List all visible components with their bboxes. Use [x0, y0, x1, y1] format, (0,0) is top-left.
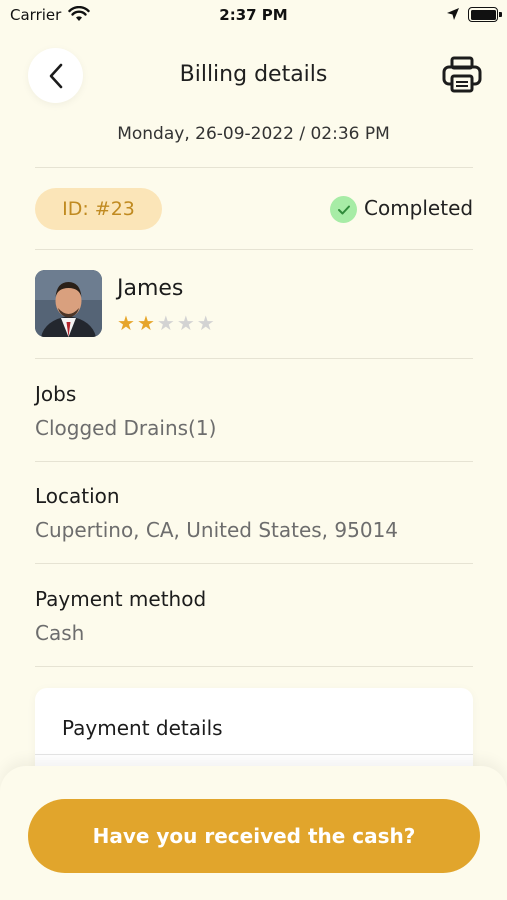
- star-icon: ★: [117, 311, 135, 335]
- star-icon: ★: [196, 311, 215, 335]
- payment-method-value: Cash: [35, 621, 85, 645]
- order-id-badge: ID: #23: [35, 188, 162, 230]
- battery-nub: [499, 12, 502, 17]
- jobs-label: Jobs: [35, 382, 77, 406]
- status-label: Completed: [364, 196, 474, 220]
- divider: [35, 167, 473, 168]
- location-label: Location: [35, 484, 120, 508]
- cash-received-button[interactable]: Have you received the cash?: [28, 799, 480, 873]
- star-icon: ★: [176, 311, 195, 335]
- page-title: Billing details: [179, 62, 328, 87]
- print-button[interactable]: [442, 56, 482, 94]
- battery-icon: [468, 7, 498, 22]
- check-icon: [330, 196, 357, 223]
- location-arrow-icon: [447, 8, 459, 20]
- payment-details-title: Payment details: [62, 716, 223, 740]
- star-icon: ★: [136, 311, 155, 335]
- status-bar: Carrier 2:37 PM: [0, 0, 507, 30]
- divider: [35, 461, 473, 462]
- location-value: Cupertino, CA, United States, 95014: [35, 518, 399, 542]
- divider: [35, 754, 473, 755]
- printer-icon: [442, 56, 482, 93]
- payment-method-label: Payment method: [35, 587, 207, 611]
- clock: 2:37 PM: [219, 6, 288, 24]
- jobs-value: Clogged Drains(1): [35, 416, 217, 440]
- order-date-time: Monday, 26-09-2022 / 02:36 PM: [117, 124, 390, 144]
- divider: [35, 249, 473, 250]
- avatar: [35, 270, 102, 337]
- divider: [35, 666, 473, 667]
- rating-stars: ★ ★ ★ ★ ★: [117, 312, 215, 334]
- divider: [35, 358, 473, 359]
- star-icon: ★: [156, 311, 175, 335]
- user-name: James: [117, 276, 184, 301]
- divider: [35, 563, 473, 564]
